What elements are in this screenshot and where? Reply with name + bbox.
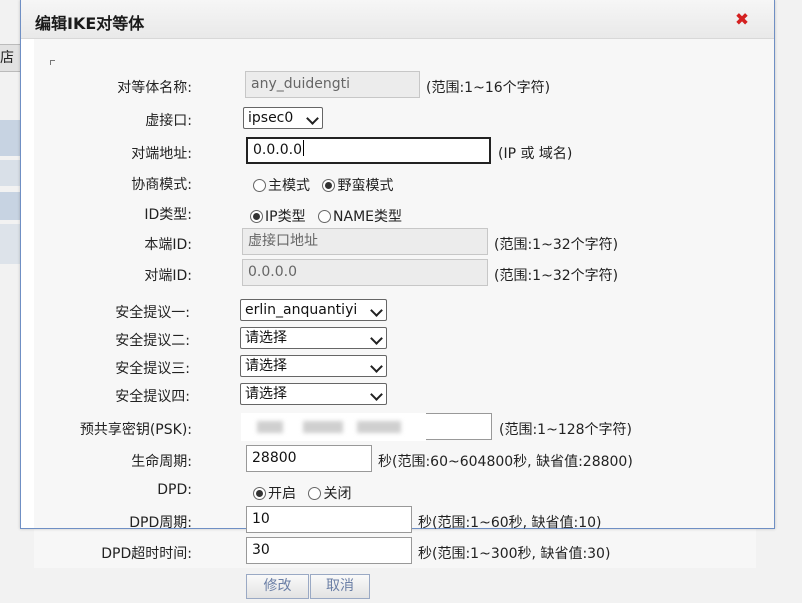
radio-checked-icon[interactable]	[253, 487, 266, 500]
negotiation-mode-label: 协商模式:	[131, 177, 192, 193]
chevron-down-icon	[370, 388, 383, 401]
background-row	[0, 192, 20, 220]
peer-name-input[interactable]: any_duidengti	[245, 71, 420, 98]
radio-ip-type-label: IP类型	[265, 209, 306, 225]
proposal-4-value: 请选择	[245, 386, 287, 402]
psk-masked-char	[303, 421, 343, 433]
radio-name-type[interactable]: NAME类型	[318, 206, 402, 226]
proposal-4-label: 安全提议四:	[115, 389, 190, 405]
remote-id-hint: (范围:1~32个字符)	[494, 268, 619, 284]
proposal-2-label: 安全提议二:	[115, 333, 190, 349]
proposal-2-select[interactable]: 请选择	[240, 327, 387, 349]
psk-label: 预共享密钥(PSK):	[79, 422, 192, 438]
proposal-3-select[interactable]: 请选择	[240, 355, 387, 377]
radio-icon[interactable]	[318, 210, 332, 223]
proposal-3-label: 安全提议三:	[115, 361, 190, 377]
dpd-group: 开启 关闭	[253, 483, 359, 503]
dialog-titlebar[interactable]: 编辑IKE对等体 ✖	[21, 0, 774, 39]
radio-dpd-off[interactable]: 关闭	[308, 483, 351, 503]
chevron-down-icon	[370, 332, 383, 345]
id-type-group: IP类型 NAME类型	[250, 206, 410, 226]
proposal-1-label: 安全提议一:	[115, 305, 190, 321]
radio-icon[interactable]	[253, 179, 266, 192]
radio-checked-icon[interactable]	[322, 179, 336, 192]
remote-address-label: 对端地址:	[131, 146, 192, 162]
dpd-period-label: DPD周期:	[129, 515, 192, 531]
radio-checked-icon[interactable]	[250, 210, 263, 223]
radio-dpd-off-label: 关闭	[323, 486, 352, 502]
text-caret	[302, 140, 304, 156]
lifetime-label: 生命周期:	[131, 454, 192, 470]
radio-main-mode-label: 主模式	[268, 178, 310, 194]
dpd-period-input[interactable]: 10	[246, 506, 412, 533]
background-row	[0, 160, 20, 186]
proposal-1-value: erlin_anquantiyi	[245, 302, 358, 318]
background-row	[0, 120, 20, 156]
proposal-2-value: 请选择	[245, 330, 287, 346]
lifetime-hint: 秒(范围:60~604800秒, 缺省值:28800)	[378, 454, 633, 470]
proposal-1-select[interactable]: erlin_anquantiyi	[240, 299, 387, 321]
remote-id-label: 对端ID:	[144, 268, 192, 284]
background-row	[0, 224, 20, 264]
radio-main-mode[interactable]: 主模式	[253, 175, 310, 195]
dpd-period-hint: 秒(范围:1~60秒, 缺省值:10)	[418, 515, 602, 531]
local-id-input[interactable]: 虚接口地址	[242, 228, 488, 255]
proposal-4-select[interactable]: 请选择	[240, 383, 387, 405]
virtual-interface-select[interactable]: ipsec0	[243, 107, 323, 129]
dpd-timeout-input[interactable]: 30	[246, 537, 412, 564]
proposal-3-value: 请选择	[245, 358, 287, 374]
lifetime-input[interactable]: 28800	[246, 445, 372, 472]
remote-address-value: 0.0.0.0	[253, 142, 302, 158]
radio-dpd-on[interactable]: 开启	[253, 483, 296, 503]
psk-input-tail[interactable]	[418, 413, 492, 440]
chevron-down-icon	[306, 112, 319, 125]
remote-address-input[interactable]: 0.0.0.0	[246, 137, 491, 164]
corner-marker	[50, 60, 55, 65]
dpd-timeout-hint: 秒(范围:1~300秒, 缺省值:30)	[418, 546, 611, 562]
virtual-interface-label: 虚接口:	[145, 113, 192, 129]
negotiation-mode-group: 主模式 野蛮模式	[253, 175, 401, 195]
cancel-button[interactable]: 取消	[310, 574, 370, 599]
local-id-hint: (范围:1~32个字符)	[494, 237, 619, 253]
radio-aggressive-mode-label: 野蛮模式	[337, 178, 394, 194]
dialog-title: 编辑IKE对等体	[35, 14, 145, 33]
dpd-label: DPD:	[157, 482, 192, 498]
radio-ip-type[interactable]: IP类型	[250, 206, 306, 226]
peer-name-label: 对等体名称:	[117, 80, 192, 96]
chevron-down-icon	[370, 304, 383, 317]
psk-input[interactable]	[241, 413, 426, 441]
psk-masked-char	[257, 421, 283, 433]
radio-aggressive-mode[interactable]: 野蛮模式	[322, 175, 393, 195]
dpd-timeout-label: DPD超时时间:	[101, 546, 192, 562]
modify-button[interactable]: 修改	[246, 574, 309, 599]
id-type-label: ID类型:	[144, 207, 192, 223]
radio-dpd-on-label: 开启	[268, 486, 296, 502]
remote-id-input[interactable]: 0.0.0.0	[242, 259, 488, 286]
psk-hint: (范围:1~128个字符)	[499, 422, 632, 438]
close-icon[interactable]: ✖	[734, 12, 750, 29]
local-id-label: 本端ID:	[144, 237, 192, 253]
virtual-interface-value: ipsec0	[248, 110, 294, 126]
psk-masked-char	[357, 421, 401, 433]
radio-icon[interactable]	[308, 487, 322, 500]
radio-name-type-label: NAME类型	[333, 209, 403, 225]
remote-address-hint: (IP 或 域名)	[498, 146, 573, 162]
peer-name-hint: (范围:1~16个字符)	[426, 80, 551, 96]
chevron-down-icon	[370, 360, 383, 373]
